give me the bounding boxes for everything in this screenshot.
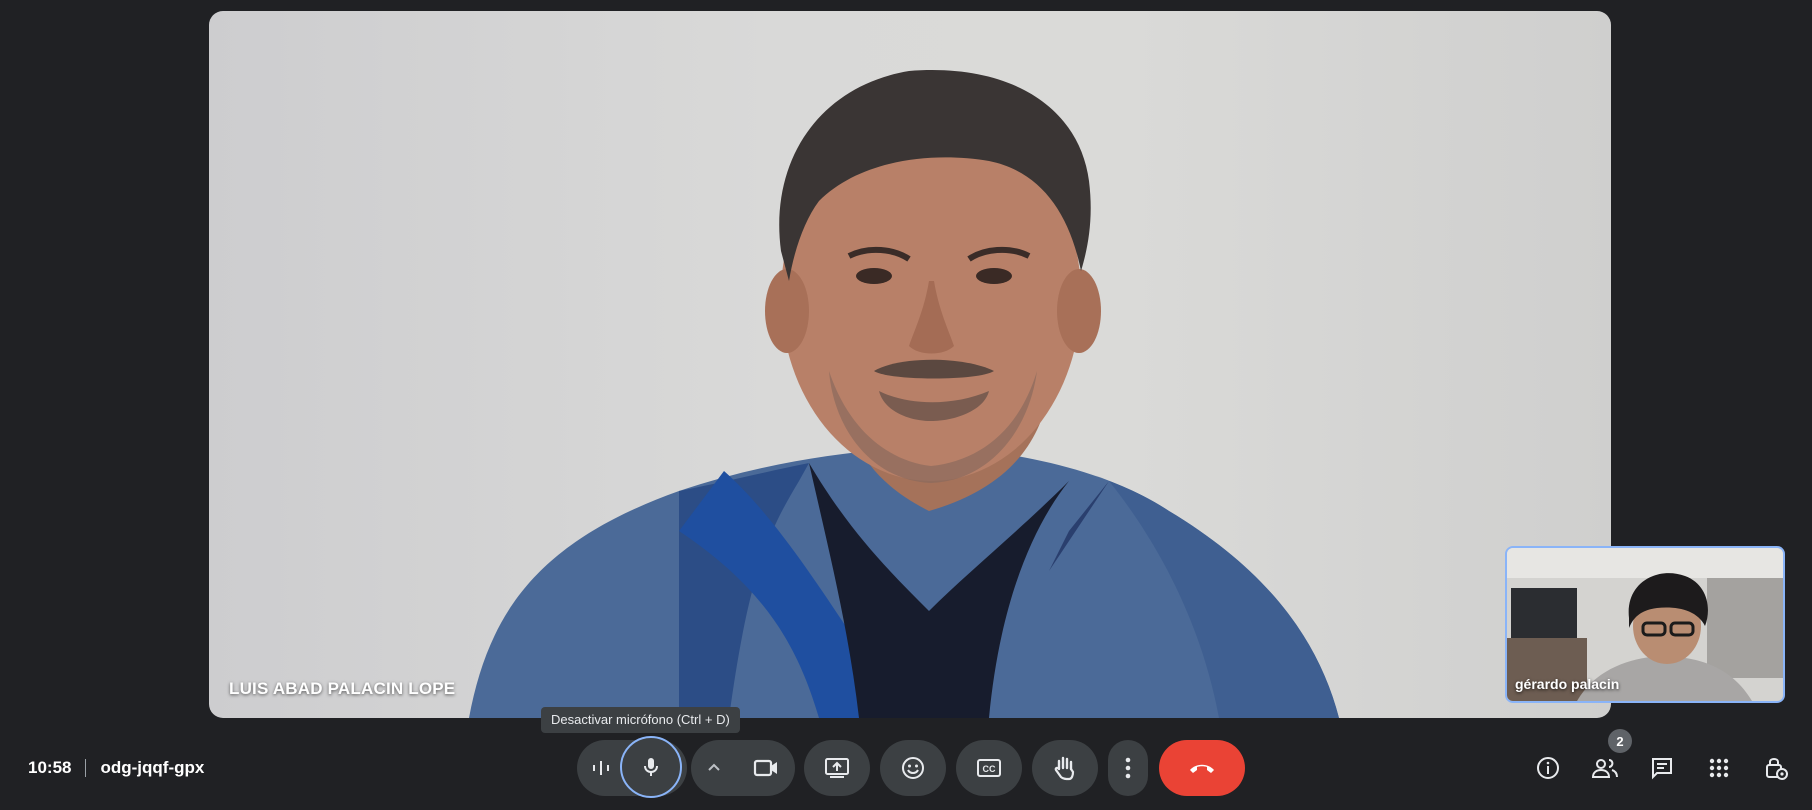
activities-button[interactable] <box>1699 748 1739 788</box>
raise-hand-button[interactable] <box>1032 740 1098 796</box>
camera-options-button[interactable] <box>691 740 737 796</box>
camera-icon <box>753 759 777 777</box>
divider <box>85 759 87 777</box>
activities-icon <box>1709 758 1729 778</box>
participant-name-label: LUIS ABAD PALACIN LOPE <box>229 679 456 698</box>
meeting-info: 10:58 odg-jqqf-gpx <box>28 756 204 780</box>
chat-button[interactable] <box>1642 748 1682 788</box>
audio-levels-button[interactable] <box>577 740 625 796</box>
audio-levels-icon <box>593 761 609 775</box>
present-screen-icon <box>825 758 849 778</box>
reactions-button[interactable] <box>880 740 946 796</box>
meeting-details-button[interactable] <box>1528 748 1568 788</box>
main-participant-tile[interactable]: LUIS ABAD PALACIN LOPE <box>209 11 1611 718</box>
host-controls-icon <box>1766 758 1788 780</box>
microphone-button[interactable] <box>620 736 682 798</box>
chat-icon <box>1652 758 1672 780</box>
self-view-tile[interactable]: gérardo palacin <box>1505 546 1785 703</box>
captions-button[interactable]: CC <box>956 740 1022 796</box>
chevron-up-icon <box>708 763 720 771</box>
meeting-time: 10:58 <box>28 758 72 777</box>
people-icon <box>1591 759 1618 778</box>
camera-button[interactable] <box>737 740 795 796</box>
microphone-icon <box>644 758 658 776</box>
raise-hand-icon <box>1054 756 1075 781</box>
end-call-button[interactable] <box>1159 740 1245 796</box>
camera-control-group <box>691 740 795 796</box>
more-options-icon <box>1125 757 1131 779</box>
info-icon <box>1537 757 1559 779</box>
end-call-icon <box>1190 764 1214 773</box>
self-name-label: gérardo palacin <box>1515 676 1620 692</box>
more-options-button[interactable] <box>1108 740 1148 796</box>
participant-video <box>469 70 1339 718</box>
people-count-badge: 2 <box>1608 729 1632 753</box>
meeting-code: odg-jqqf-gpx <box>100 758 205 777</box>
people-button[interactable] <box>1585 748 1625 788</box>
present-screen-button[interactable] <box>804 740 870 796</box>
mic-tooltip: Desactivar micrófono (Ctrl + D) <box>541 707 740 733</box>
emoji-icon <box>902 757 924 779</box>
svg-text:CC: CC <box>983 764 996 774</box>
captions-icon: CC <box>977 759 1001 777</box>
host-controls-button[interactable] <box>1756 748 1796 788</box>
